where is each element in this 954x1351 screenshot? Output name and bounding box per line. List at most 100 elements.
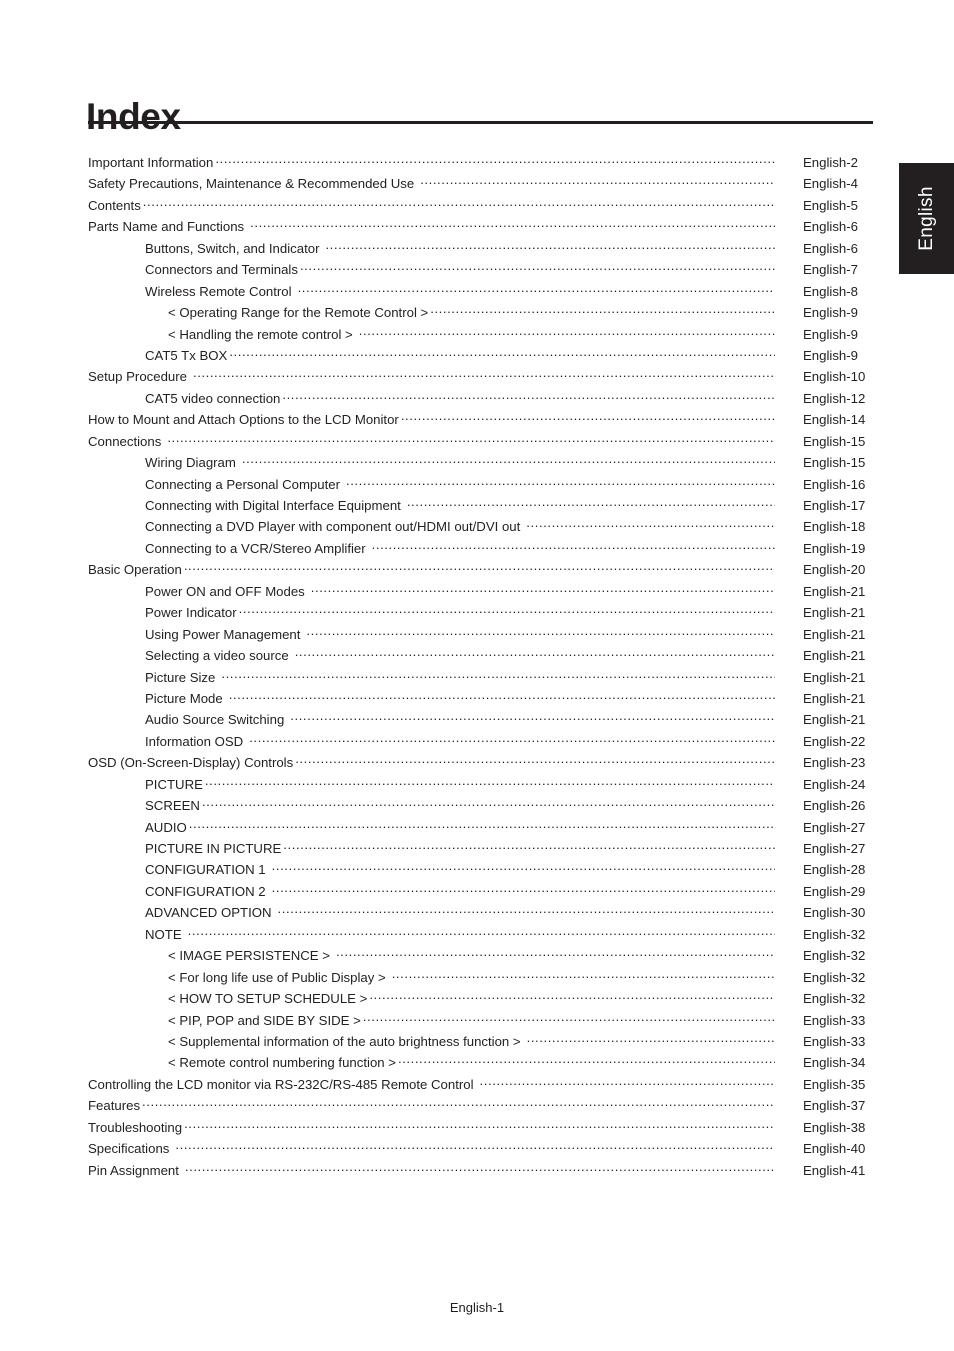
dot-leader bbox=[480, 1076, 775, 1089]
index-entry-title: Information OSD bbox=[145, 733, 244, 749]
index-entry-title: Parts Name and Functions bbox=[88, 219, 245, 235]
index-entry[interactable]: Parts Name and Functions English-6 bbox=[88, 218, 873, 239]
dot-leader bbox=[221, 669, 775, 682]
index-entry[interactable]: SCREEN English-26 bbox=[88, 797, 873, 818]
index-entry-page: English-32 bbox=[803, 926, 866, 942]
index-entry[interactable]: CAT5 video connection English-12 bbox=[88, 390, 873, 411]
index-entry-title: Wireless Remote Control bbox=[145, 283, 292, 299]
index-entry-page: English-15 bbox=[803, 433, 866, 449]
index-entry-page: English-33 bbox=[803, 1033, 866, 1049]
index-entry[interactable]: NOTE English-32 bbox=[88, 926, 873, 947]
dot-leader bbox=[250, 218, 775, 231]
dot-leader bbox=[290, 711, 775, 724]
index-entry[interactable]: Connecting a DVD Player with component o… bbox=[88, 518, 873, 539]
index-entry[interactable]: Using Power Management English-21 bbox=[88, 626, 873, 647]
index-entry[interactable]: AUDIO English-27 bbox=[88, 819, 873, 840]
index-entry[interactable]: Buttons, Switch, and Indicator English-6 bbox=[88, 240, 873, 261]
index-entry[interactable]: ADVANCED OPTION English-30 bbox=[88, 904, 873, 925]
index-entry[interactable]: Features English-37 bbox=[88, 1097, 873, 1118]
index-entry-title: How to Mount and Attach Options to the L… bbox=[88, 412, 399, 428]
index-entry[interactable]: Wiring Diagram English-15 bbox=[88, 454, 873, 475]
dot-leader bbox=[325, 240, 775, 253]
index-entry-page: English-14 bbox=[803, 412, 866, 428]
index-entry-page: English-18 bbox=[803, 519, 866, 535]
index-entry[interactable]: Connecting to a VCR/Stereo Amplifier Engl… bbox=[88, 540, 873, 561]
index-entry-page: English-15 bbox=[803, 455, 866, 471]
index-entry[interactable]: Basic Operation English-20 bbox=[88, 561, 873, 582]
index-entry[interactable]: Picture Mode English-21 bbox=[88, 690, 873, 711]
index-entry[interactable]: Important Information English-2 bbox=[88, 154, 873, 175]
index-entry-title: CAT5 video connection bbox=[145, 390, 281, 406]
index-entry[interactable]: Audio Source Switching English-21 bbox=[88, 711, 873, 732]
index-entry-page: English-2 bbox=[803, 155, 858, 170]
index-entry[interactable]: < IMAGE PERSISTENCE > English-32 bbox=[88, 947, 873, 968]
dot-leader bbox=[143, 197, 775, 210]
index-entry[interactable]: Power Indicator English-21 bbox=[88, 604, 873, 625]
index-entry[interactable]: How to Mount and Attach Options to the L… bbox=[88, 411, 873, 432]
index-entry-page: English-38 bbox=[803, 1119, 866, 1135]
index-entry[interactable]: Picture Size English-21 bbox=[88, 669, 873, 690]
index-entry-title: Important Information bbox=[88, 155, 214, 170]
index-entry[interactable]: < Remote control numbering function > Eng… bbox=[88, 1054, 873, 1075]
dot-leader bbox=[278, 904, 775, 917]
index-entry[interactable]: < Handling the remote control > English-9 bbox=[88, 326, 873, 347]
dot-leader bbox=[401, 411, 775, 424]
index-entry[interactable]: < Operating Range for the Remote Control… bbox=[88, 304, 873, 325]
index-entry-title: Audio Source Switching bbox=[145, 712, 285, 728]
index-entry-page: English-27 bbox=[803, 819, 866, 835]
page-footer: English-1 bbox=[449, 1300, 505, 1315]
index-entry-page: English-32 bbox=[803, 948, 866, 964]
index-entry[interactable]: Troubleshooting English-38 bbox=[88, 1119, 873, 1140]
index-entry[interactable]: Safety Precautions, Maintenance & Recomm… bbox=[88, 175, 873, 196]
index-entry-title: < Handling the remote control > bbox=[168, 326, 353, 342]
dot-leader bbox=[229, 347, 775, 360]
dot-leader bbox=[239, 604, 775, 617]
index-entry-title: Connectors and Terminals bbox=[145, 262, 298, 278]
index-entry[interactable]: Connecting with Digital Interface Equipm… bbox=[88, 497, 873, 518]
index-entry[interactable]: < PIP, POP and SIDE BY SIDE > English-33 bbox=[88, 1012, 873, 1033]
dot-leader bbox=[392, 969, 775, 982]
index-entry[interactable]: < For long life use of Public Display > E… bbox=[88, 969, 873, 990]
index-entry-page: English-28 bbox=[803, 862, 866, 878]
index-entry-page: English-5 bbox=[803, 197, 858, 213]
index-entry[interactable]: CONFIGURATION 1 English-28 bbox=[88, 861, 873, 882]
dot-leader bbox=[298, 283, 775, 296]
dot-leader bbox=[185, 1162, 775, 1175]
index-entry-title: < Supplemental information of the auto b… bbox=[168, 1033, 521, 1049]
index-entry-page: English-21 bbox=[803, 605, 866, 621]
index-entry[interactable]: Connections English-15 bbox=[88, 433, 873, 454]
index-entry-title: AUDIO bbox=[145, 819, 187, 835]
index-entry-title: Using Power Management bbox=[145, 626, 301, 642]
index-entry[interactable]: PICTURE English-24 bbox=[88, 776, 873, 797]
index-entry[interactable]: Information OSD English-22 bbox=[88, 733, 873, 754]
index-entry[interactable]: Connecting a Personal Computer English-16 bbox=[88, 476, 873, 497]
index-entry[interactable]: Pin Assignment English-41 bbox=[88, 1162, 873, 1183]
language-tab: English bbox=[899, 163, 954, 274]
index-entry-page: English-7 bbox=[803, 262, 858, 278]
index-entry-title: Connecting a DVD Player with component o… bbox=[145, 519, 521, 535]
index-entry-page: English-21 bbox=[803, 626, 866, 642]
index-entry[interactable]: < HOW TO SETUP SCHEDULE > English-32 bbox=[88, 990, 873, 1011]
index-entry[interactable]: Selecting a video source English-21 bbox=[88, 647, 873, 668]
index-entry[interactable]: Contents English-5 bbox=[88, 197, 873, 218]
index-entry[interactable]: Connectors and Terminals English-7 bbox=[88, 261, 873, 282]
index-entry-title: Power Indicator bbox=[145, 605, 237, 621]
index-entry[interactable]: Specifications English-40 bbox=[88, 1140, 873, 1161]
index-entry[interactable]: Setup Procedure English-10 bbox=[88, 368, 873, 389]
index-entry[interactable]: Power ON and OFF Modes English-21 bbox=[88, 583, 873, 604]
index-page: Index English Important Information Engli… bbox=[0, 0, 954, 1351]
index-entry-title: Contents bbox=[88, 197, 141, 213]
index-entry-title: CONFIGURATION 2 bbox=[145, 883, 266, 899]
dot-leader bbox=[372, 540, 775, 553]
index-entry-title: Connecting with Digital Interface Equipm… bbox=[145, 498, 401, 513]
index-entry[interactable]: OSD (On-Screen-Display) Controls English-… bbox=[88, 754, 873, 775]
index-entry[interactable]: PICTURE IN PICTURE English-27 bbox=[88, 840, 873, 861]
index-entry[interactable]: CAT5 Tx BOX English-9 bbox=[88, 347, 873, 368]
index-entry-page: English-30 bbox=[803, 905, 866, 921]
index-entry[interactable]: Wireless Remote Control English-8 bbox=[88, 283, 873, 304]
index-entry-title: ADVANCED OPTION bbox=[145, 905, 272, 921]
index-entry[interactable]: < Supplemental information of the auto b… bbox=[88, 1033, 873, 1054]
index-entry[interactable]: CONFIGURATION 2 English-29 bbox=[88, 883, 873, 904]
index-entry[interactable]: Controlling the LCD monitor via RS-232C/… bbox=[88, 1076, 873, 1097]
language-tab-label: English bbox=[915, 186, 937, 251]
